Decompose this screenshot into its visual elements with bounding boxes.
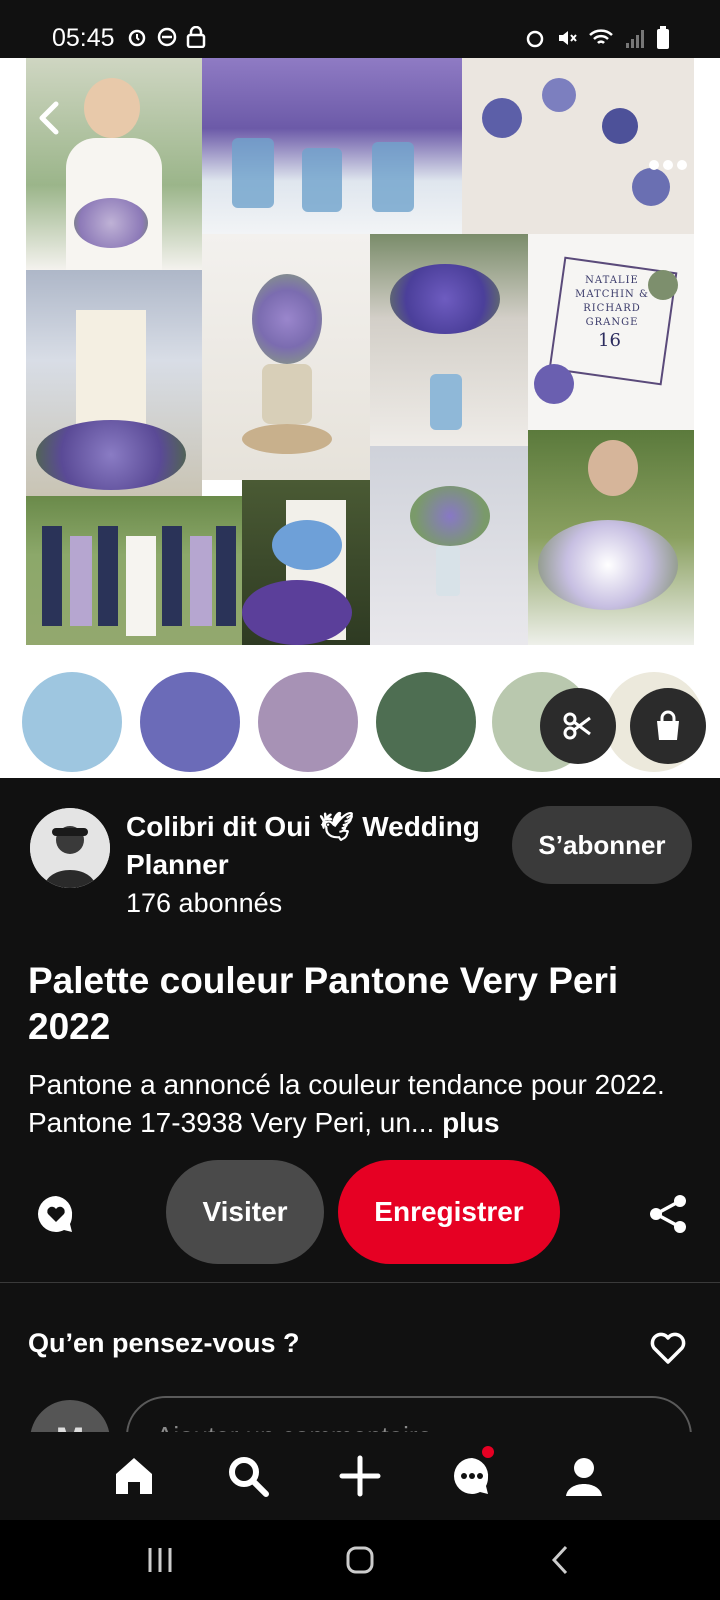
lavender-centerpiece-photo: [202, 234, 370, 480]
bride-bouquet-photo: [528, 430, 694, 645]
purple-flower-cake-photo: [242, 480, 370, 645]
chat-icon: [454, 1458, 489, 1494]
home-button[interactable]: [340, 1542, 380, 1578]
boutonnieres-photo: [462, 58, 694, 234]
follower-count: 176 abonnés: [126, 888, 283, 918]
palette-swatch-light-blue: [22, 672, 122, 772]
do-not-disturb-icon: [157, 27, 177, 47]
bride-photo: [26, 58, 202, 270]
visual-search-button[interactable]: [540, 688, 616, 764]
alarm-icon: [526, 30, 544, 48]
comment-icon: [37, 1196, 73, 1232]
wedding-invitation: NATALIE MATCHIN & RICHARD GRANGE 16: [528, 234, 694, 430]
nav-profile[interactable]: [558, 1450, 610, 1502]
divider: [0, 1282, 720, 1283]
system-navigation-bar: [0, 1520, 720, 1600]
more-icon: [649, 160, 687, 170]
lilac-jars-photo: [202, 58, 462, 234]
cake-photo: [26, 270, 202, 496]
battery-icon: [657, 26, 669, 49]
wifi-icon: [589, 29, 613, 44]
creator-name[interactable]: Colibri dit Oui 🕊 Wedding Planner: [126, 808, 496, 884]
wedding-party-photo: [26, 496, 242, 645]
shop-button[interactable]: [630, 688, 706, 764]
save-button[interactable]: Enregistrer: [338, 1160, 560, 1264]
shopping-bag-icon: [657, 710, 679, 740]
visit-button[interactable]: Visiter: [166, 1160, 324, 1264]
table-flowers-photo: [370, 446, 528, 645]
recent-apps-icon: [148, 1548, 172, 1572]
like-button[interactable]: [648, 1328, 688, 1368]
follow-button[interactable]: S’abonner: [512, 806, 692, 884]
mute-icon: [559, 31, 577, 45]
moodboard-collage: NATALIE MATCHIN & RICHARD GRANGE 16: [26, 58, 694, 645]
nav-create[interactable]: [334, 1450, 386, 1502]
alarm-icon: [128, 29, 146, 47]
back-system-button[interactable]: [540, 1542, 580, 1578]
heart-icon: [650, 1332, 686, 1364]
palette-swatch-green: [376, 672, 476, 772]
lock-icon: [186, 26, 206, 48]
nav-messages[interactable]: [446, 1446, 498, 1502]
comment-button[interactable]: [32, 1190, 80, 1238]
chevron-left-icon: [39, 101, 59, 135]
search-icon: [229, 1457, 269, 1497]
share-button[interactable]: [646, 1192, 690, 1236]
status-bar: 05:45: [0, 0, 720, 58]
bottom-navigation: [0, 1432, 720, 1520]
invitation-date: 16: [598, 330, 621, 351]
pin-description-text: Pantone a annoncé la couleur tendance po…: [28, 1069, 665, 1138]
back-button[interactable]: [30, 98, 70, 138]
status-time: 05:45: [52, 24, 115, 52]
pin-image[interactable]: NATALIE MATCHIN & RICHARD GRANGE 16: [0, 58, 720, 778]
home-button-icon: [346, 1546, 374, 1574]
plus-icon: [339, 1455, 381, 1497]
scissors-icon: [563, 712, 591, 740]
pin-description: Pantone a annoncé la couleur tendance po…: [28, 1066, 688, 1142]
palette-swatch-lilac: [258, 672, 358, 772]
profile-icon: [566, 1458, 602, 1496]
nav-search[interactable]: [222, 1450, 274, 1502]
comments-heading: Qu’en pensez-vous ?: [28, 1328, 300, 1358]
chevron-left-icon: [551, 1545, 568, 1575]
signal-icon: [626, 30, 644, 48]
palette-swatch-very-peri: [140, 672, 240, 772]
creator-avatar[interactable]: [30, 808, 110, 888]
recent-apps-button[interactable]: [140, 1542, 180, 1578]
share-icon: [650, 1195, 686, 1233]
invitation-names: NATALIE MATCHIN & RICHARD GRANGE: [575, 275, 649, 328]
pin-title: Palette couleur Pantone Very Peri 2022: [28, 960, 619, 1047]
avatar-image: [30, 808, 110, 888]
table-setting-photo: [370, 234, 528, 446]
read-more-link[interactable]: plus: [442, 1107, 500, 1138]
more-options-button[interactable]: [648, 158, 688, 178]
notification-dot: [482, 1446, 494, 1458]
home-icon: [116, 1458, 152, 1494]
nav-home[interactable]: [108, 1450, 160, 1502]
